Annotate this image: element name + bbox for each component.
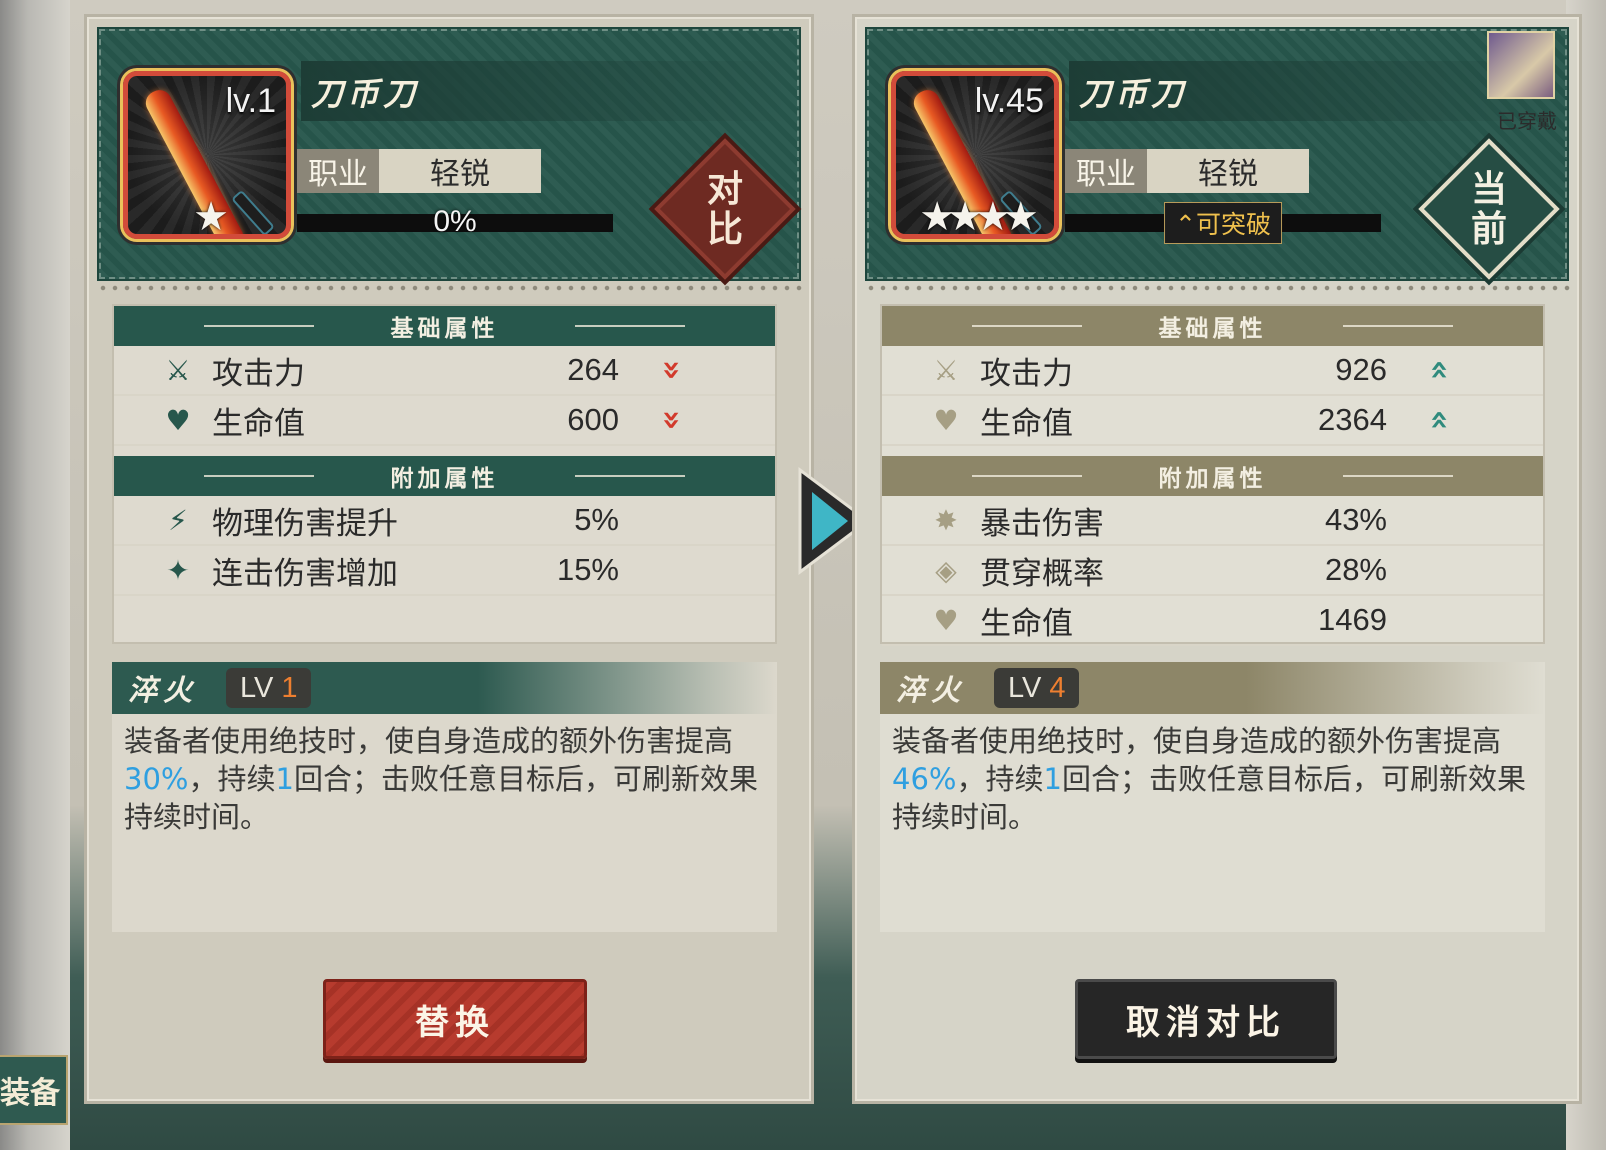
heart-icon: ♥ bbox=[933, 403, 959, 437]
breakthrough-badge[interactable]: ⌃可突破 bbox=[1164, 202, 1282, 244]
temper-level: LV 4 bbox=[994, 668, 1080, 708]
temper-level: LV 1 bbox=[226, 668, 312, 708]
class-value: 轻锐 bbox=[379, 149, 541, 193]
equipment-side-tab[interactable]: 装备 bbox=[0, 1055, 68, 1125]
extra-attributes-header: 附加属性 bbox=[114, 456, 775, 496]
temper-section: 淬火 LV 1 装备者使用绝技时，使自身造成的额外伤害提高30%，持续1回合；击… bbox=[112, 662, 777, 932]
weapon-header: lv.1 ★ 刀币刀 职业 轻锐 0% 对比 bbox=[97, 27, 801, 281]
cancel-compare-button[interactable]: 取消对比 bbox=[1075, 979, 1337, 1059]
star-rating: ★ bbox=[193, 194, 229, 239]
basic-attributes-header: 基础属性 bbox=[882, 306, 1543, 346]
current-equipment-panel: lv.45 ★★★★ 刀币刀 职业 轻锐 ⌃可突破 已穿戴 当前 基础属性 ⚔ … bbox=[852, 14, 1582, 1104]
temper-header: 淬火 LV 1 bbox=[112, 662, 777, 714]
crossed-swords-icon: ⚔ bbox=[933, 353, 959, 387]
decrease-arrow-icon: « bbox=[650, 409, 689, 431]
stat-row-physical-damage: ⚡ 物理伤害提升 5% bbox=[114, 496, 775, 546]
heart-icon: ♥ bbox=[933, 603, 959, 637]
weapon-header: lv.45 ★★★★ 刀币刀 职业 轻锐 ⌃可突破 已穿戴 当前 bbox=[865, 27, 1569, 281]
increase-arrow-icon: » bbox=[1418, 359, 1457, 381]
class-label: 职业 bbox=[297, 149, 379, 193]
stat-row-hp: ♥ 生命值 2364 » bbox=[882, 396, 1543, 446]
class-row: 职业 轻锐 bbox=[1065, 149, 1309, 193]
stat-row-attack: ⚔ 攻击力 926 » bbox=[882, 346, 1543, 396]
temper-title: 淬火 bbox=[128, 673, 199, 707]
progress-text: 0% bbox=[433, 205, 477, 238]
dotted-divider bbox=[865, 283, 1571, 293]
upgrade-progress-bar: 0% bbox=[297, 205, 613, 238]
attributes-box: 基础属性 ⚔ 攻击力 926 » ♥ 生命值 2364 » 附加属性 ✸ 暴击伤… bbox=[880, 304, 1545, 646]
stat-row-hp: ♥ 生命值 600 « bbox=[114, 396, 775, 446]
increase-arrow-icon: » bbox=[1418, 409, 1457, 431]
stat-row-combo-damage: ✦ 连击伤害增加 15% bbox=[114, 546, 775, 596]
temper-title: 淬火 bbox=[896, 673, 967, 707]
weapon-name: 刀币刀 bbox=[301, 61, 791, 121]
stat-row-pierce-chance: ◈ 贯穿概率 28% bbox=[882, 546, 1543, 596]
current-badge: 当前 bbox=[1418, 138, 1560, 280]
background-left-strip bbox=[0, 0, 70, 1150]
decrease-arrow-icon: « bbox=[650, 359, 689, 381]
attributes-box: 基础属性 ⚔ 攻击力 264 « ♥ 生命值 600 « 附加属性 ⚡ 物理伤害… bbox=[112, 304, 777, 644]
equipped-label: 已穿戴 bbox=[1497, 109, 1557, 133]
upgrade-progress-bar: ⌃可突破 bbox=[1065, 202, 1381, 244]
basic-attributes-header: 基础属性 bbox=[114, 306, 775, 346]
pierce-icon: ◈ bbox=[935, 553, 957, 587]
crossed-swords-icon: ⚔ bbox=[165, 353, 191, 387]
class-row: 职业 轻锐 bbox=[297, 149, 541, 193]
dotted-divider bbox=[97, 283, 803, 293]
weapon-level: lv.1 bbox=[225, 82, 276, 120]
heart-icon: ♥ bbox=[165, 403, 191, 437]
class-value: 轻锐 bbox=[1147, 149, 1309, 193]
compare-equipment-panel: lv.1 ★ 刀币刀 职业 轻锐 0% 对比 基础属性 ⚔ 攻击力 264 « … bbox=[84, 14, 814, 1104]
stat-row-hp-extra: ♥ 生命值 1469 bbox=[882, 596, 1543, 646]
sword-boost-icon: ⚡ bbox=[168, 503, 188, 537]
replace-button[interactable]: 替换 bbox=[323, 979, 587, 1059]
combo-icon: ✦ bbox=[166, 553, 190, 587]
stat-row-attack: ⚔ 攻击力 264 « bbox=[114, 346, 775, 396]
weapon-level: lv.45 bbox=[974, 82, 1044, 120]
weapon-portrait[interactable]: lv.45 ★★★★ bbox=[891, 71, 1059, 239]
weapon-name: 刀币刀 bbox=[1069, 61, 1559, 121]
star-rating: ★★★★ bbox=[919, 194, 1038, 239]
equipped-character-avatar[interactable] bbox=[1487, 31, 1555, 99]
class-label: 职业 bbox=[1065, 149, 1147, 193]
temper-description: 装备者使用绝技时，使自身造成的额外伤害提高46%，持续1回合；击败任意目标后，可… bbox=[892, 724, 1526, 834]
stat-row-crit-damage: ✸ 暴击伤害 43% bbox=[882, 496, 1543, 546]
compare-badge: 对比 bbox=[654, 138, 796, 280]
weapon-portrait[interactable]: lv.1 ★ bbox=[123, 71, 291, 239]
crit-damage-icon: ✸ bbox=[934, 503, 958, 537]
extra-attributes-header: 附加属性 bbox=[882, 456, 1543, 496]
temper-header: 淬火 LV 4 bbox=[880, 662, 1545, 714]
temper-section: 淬火 LV 4 装备者使用绝技时，使自身造成的额外伤害提高46%，持续1回合；击… bbox=[880, 662, 1545, 932]
temper-description: 装备者使用绝技时，使自身造成的额外伤害提高30%，持续1回合；击败任意目标后，可… bbox=[124, 724, 758, 834]
